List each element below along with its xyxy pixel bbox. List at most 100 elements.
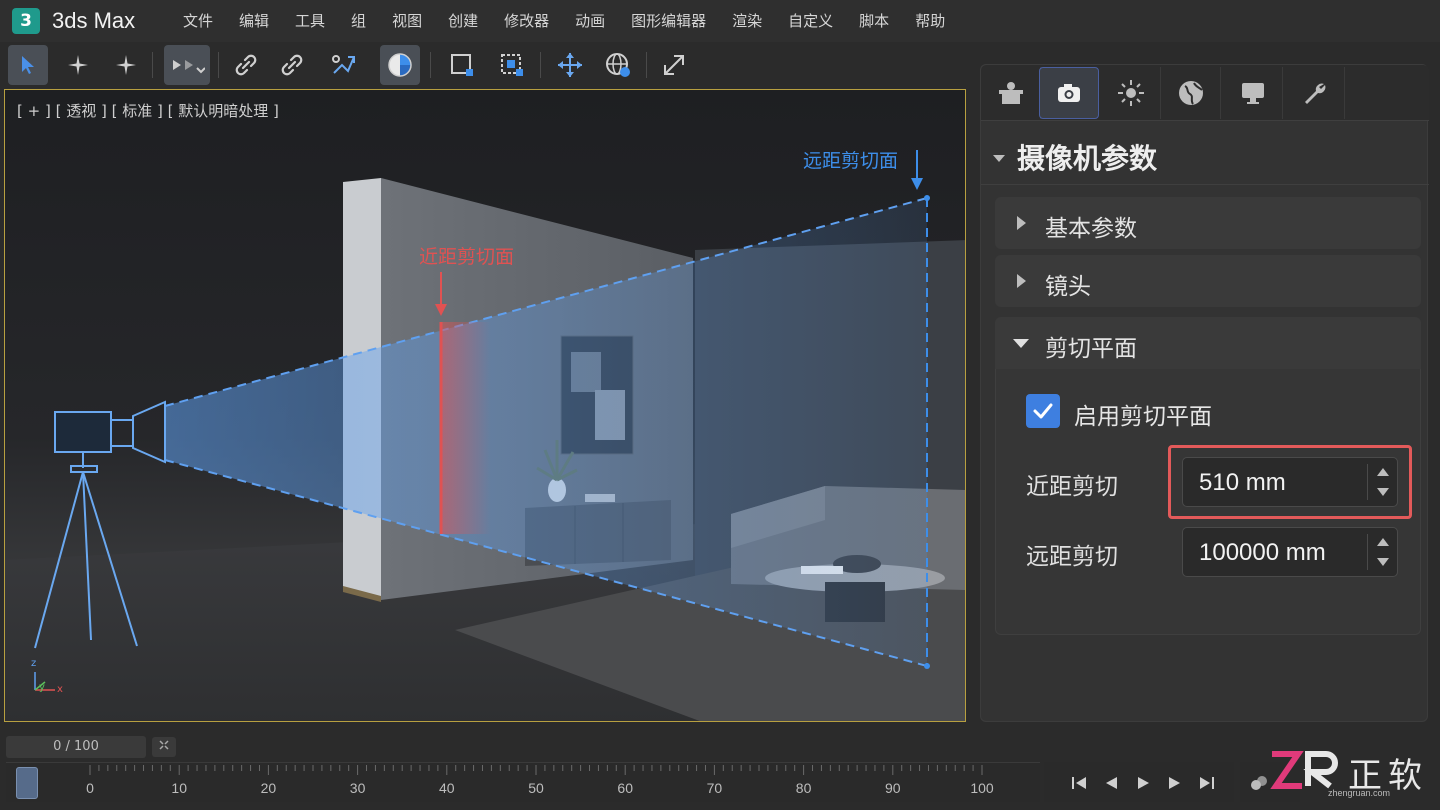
axis-x-label: x bbox=[57, 684, 63, 695]
rollout-clipping-planes[interactable]: 剪切平面 bbox=[995, 317, 1421, 369]
tab-create[interactable] bbox=[981, 67, 1041, 119]
render-shade-icon bbox=[388, 53, 412, 77]
panel-collapse-triangle[interactable] bbox=[993, 155, 1005, 162]
render-shade-button[interactable] bbox=[380, 45, 420, 85]
menu-file[interactable]: 文件 bbox=[183, 10, 213, 31]
axis-z-label: z bbox=[31, 658, 37, 669]
trackbar-ticks: 0 10 20 30 40 50 60 70 80 90 100 bbox=[86, 765, 994, 796]
expand-triangle-icon bbox=[1017, 274, 1026, 288]
time-config-button[interactable] bbox=[152, 737, 176, 757]
menu-modifiers[interactable]: 修改器 bbox=[504, 10, 549, 31]
unlink-icon bbox=[281, 54, 303, 76]
clipping-planes-body: 启用剪切平面 近距剪切 510 mm 远距剪切 100000 mm bbox=[995, 369, 1421, 635]
watermark: 正软 zhengruan.com bbox=[1268, 746, 1438, 806]
menu-bar: 3 3ds Max 文件 编辑 工具 组 视图 创建 修改器 动画 图形编辑器 … bbox=[0, 0, 1440, 42]
tab-lights[interactable] bbox=[1101, 67, 1161, 119]
far-clip-value: 100000 mm bbox=[1199, 539, 1326, 566]
tick-label: 90 bbox=[885, 780, 901, 796]
unlink-button[interactable] bbox=[272, 45, 312, 85]
expand-icon bbox=[159, 740, 169, 750]
select-region-icon bbox=[173, 60, 205, 74]
link-button[interactable] bbox=[226, 45, 266, 85]
window-select-icon bbox=[501, 54, 523, 76]
axis-y-label: y bbox=[39, 682, 45, 693]
rotate-button[interactable] bbox=[598, 45, 638, 85]
menu-tools[interactable]: 工具 bbox=[295, 10, 325, 31]
menu-graph-editors[interactable]: 图形编辑器 bbox=[631, 10, 706, 31]
prev-frame-icon bbox=[1106, 777, 1117, 789]
menu-edit[interactable]: 编辑 bbox=[239, 10, 269, 31]
menu-group[interactable]: 组 bbox=[351, 10, 366, 31]
tick-label: 10 bbox=[171, 780, 187, 796]
menu-help[interactable]: 帮助 bbox=[915, 10, 945, 31]
panel-tabs bbox=[981, 65, 1429, 121]
select-region-button[interactable] bbox=[164, 45, 210, 85]
tab-utilities[interactable] bbox=[1285, 67, 1345, 119]
near-clip-label: 近距剪切 bbox=[1026, 474, 1118, 500]
next-frame-icon bbox=[1169, 777, 1180, 789]
move-button[interactable] bbox=[550, 45, 590, 85]
globe-icon bbox=[1178, 81, 1203, 105]
viewport-label[interactable]: [ + ] [ 透视 ] [ 标准 ] [ 默认明暗处理 ] bbox=[17, 100, 279, 121]
menu-views[interactable]: 视图 bbox=[392, 10, 422, 31]
trackbar[interactable]: 0 10 20 30 40 50 60 70 80 90 100 bbox=[6, 762, 1040, 802]
spinner-up-icon[interactable] bbox=[1377, 468, 1389, 476]
tab-hierarchy[interactable] bbox=[1161, 67, 1221, 119]
rollout-clip-label: 剪切平面 bbox=[1045, 336, 1137, 362]
collapse-triangle-icon bbox=[1013, 339, 1029, 348]
tab-display[interactable] bbox=[1223, 67, 1283, 119]
window-select-button[interactable] bbox=[492, 45, 532, 85]
light-icon bbox=[1117, 80, 1144, 106]
go-to-start-icon bbox=[1072, 777, 1086, 789]
menu-customize[interactable]: 自定义 bbox=[788, 10, 833, 31]
tick-label: 100 bbox=[970, 780, 994, 796]
main-toolbar bbox=[0, 42, 740, 88]
rect-select-button[interactable] bbox=[442, 45, 482, 85]
create-icon bbox=[998, 82, 1023, 104]
spinner-down-icon[interactable] bbox=[1377, 488, 1389, 496]
prev-frame-button[interactable] bbox=[1100, 772, 1122, 794]
frame-counter[interactable]: 0 / 100 bbox=[6, 736, 146, 758]
menu-animation[interactable]: 动画 bbox=[575, 10, 605, 31]
snap-star-2-icon bbox=[116, 55, 136, 75]
next-frame-button[interactable] bbox=[1164, 772, 1186, 794]
menu-create[interactable]: 创建 bbox=[448, 10, 478, 31]
far-clip-label: 远距剪切 bbox=[1026, 544, 1118, 570]
move-icon bbox=[558, 53, 582, 77]
time-slider[interactable] bbox=[16, 767, 38, 799]
rect-select-icon bbox=[451, 54, 473, 76]
scene-render bbox=[5, 150, 965, 721]
near-clip-spinner[interactable]: 510 mm bbox=[1182, 457, 1398, 507]
tick-label: 80 bbox=[796, 780, 812, 796]
snap-2-button[interactable] bbox=[106, 45, 146, 85]
go-to-start-button[interactable] bbox=[1068, 772, 1090, 794]
menu-items: 文件 编辑 工具 组 视图 创建 修改器 动画 图形编辑器 渲染 自定义 脚本 … bbox=[170, 10, 958, 31]
spinner-up-icon[interactable] bbox=[1377, 538, 1389, 546]
snap-star-icon bbox=[68, 55, 88, 75]
rollout-basic-parameters[interactable]: 基本参数 bbox=[995, 197, 1421, 249]
command-panel: 摄像机参数 基本参数 镜头 剪切平面 启用剪切平面 近距剪切 510 mm 远距… bbox=[980, 64, 1429, 722]
far-clip-annotation: 远距剪切面 bbox=[803, 150, 899, 172]
play-button[interactable] bbox=[1132, 772, 1154, 794]
enable-clip-checkbox[interactable] bbox=[1026, 394, 1060, 428]
perspective-viewport[interactable]: [ + ] [ 透视 ] [ 标准 ] [ 默认明暗处理 ] 近距剪切面 远距剪… bbox=[4, 89, 966, 722]
key-mode-button[interactable] bbox=[1248, 772, 1270, 794]
rollout-lens-label: 镜头 bbox=[1045, 274, 1091, 300]
rollout-lens[interactable]: 镜头 bbox=[995, 255, 1421, 307]
select-button[interactable] bbox=[8, 45, 48, 85]
tab-camera[interactable] bbox=[1039, 67, 1099, 119]
spinner-down-icon[interactable] bbox=[1377, 558, 1389, 566]
go-to-end-icon bbox=[1200, 777, 1214, 789]
go-to-end-button[interactable] bbox=[1196, 772, 1218, 794]
checkmark-icon bbox=[1033, 403, 1053, 419]
scale-button[interactable] bbox=[654, 45, 694, 85]
watermark-url: zhengruan.com bbox=[1328, 788, 1391, 798]
far-clip-spinner[interactable]: 100000 mm bbox=[1182, 527, 1398, 577]
snap-button[interactable] bbox=[58, 45, 98, 85]
scale-icon bbox=[664, 55, 684, 75]
menu-rendering[interactable]: 渲染 bbox=[732, 10, 762, 31]
camera-icon bbox=[1058, 84, 1080, 102]
tick-label: 60 bbox=[617, 780, 633, 796]
bind-spacewarp-button[interactable] bbox=[324, 45, 364, 85]
menu-scripting[interactable]: 脚本 bbox=[859, 10, 889, 31]
